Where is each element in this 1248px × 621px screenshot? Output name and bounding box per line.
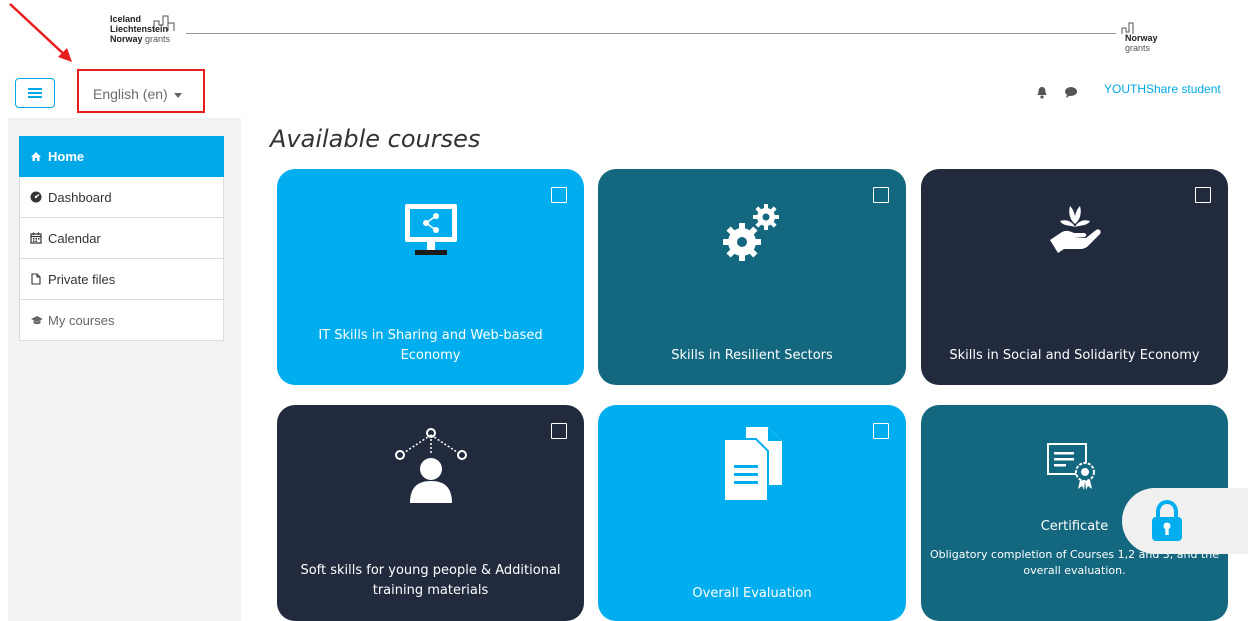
- sidebar-item-home[interactable]: Home: [19, 136, 224, 177]
- course-checkbox[interactable]: [551, 423, 567, 439]
- course-card-social-solidarity[interactable]: Skills in Social and Solidarity Economy: [921, 169, 1228, 385]
- hamburger-icon: [28, 88, 42, 98]
- sidebar-item-label: Dashboard: [48, 189, 112, 205]
- language-label: English (en): [93, 86, 168, 102]
- sidebar-item-label: Private files: [48, 271, 116, 287]
- monitor-share-icon: [404, 204, 457, 255]
- course-title: Overall Evaluation: [692, 586, 812, 601]
- sidebar-item-my-courses[interactable]: My courses: [19, 300, 224, 341]
- logo-divider: [186, 33, 1116, 34]
- bell-icon[interactable]: [1036, 86, 1048, 99]
- logo-mark-left-icon: [153, 15, 175, 31]
- sidebar-item-dashboard[interactable]: Dashboard: [19, 177, 224, 218]
- sidebar-item-private-files[interactable]: Private files: [19, 259, 224, 300]
- certificate-icon: [1046, 443, 1095, 490]
- caret-down-icon: [173, 92, 182, 98]
- accessibility-lock-button[interactable]: [1122, 488, 1248, 554]
- sidebar-nav: Home Dashboard Calendar Private files My…: [19, 136, 224, 341]
- page: Iceland Liechtenstein Norway grants Norw…: [0, 0, 1248, 621]
- course-title: Skills in Resilient Sectors: [671, 348, 833, 363]
- chat-icon[interactable]: [1064, 86, 1078, 98]
- gears-icon: [723, 204, 779, 261]
- course-checkbox[interactable]: [873, 187, 889, 203]
- file-icon: [30, 273, 42, 285]
- sidebar-item-label: Home: [48, 149, 85, 164]
- lock-icon: [1152, 500, 1182, 541]
- course-checkbox[interactable]: [873, 423, 889, 439]
- home-icon: [30, 151, 42, 163]
- course-card-it-skills[interactable]: IT Skills in Sharing and Web-based Econo…: [277, 169, 584, 385]
- course-card-overall-evaluation[interactable]: Overall Evaluation: [598, 405, 906, 621]
- sidebar-item-label: My courses: [48, 312, 115, 328]
- graduation-cap-icon: [30, 314, 42, 326]
- hand-plant-icon: [1049, 206, 1101, 253]
- documents-icon: [723, 427, 782, 502]
- logo-band: Iceland Liechtenstein Norway grants Norw…: [0, 0, 1248, 68]
- user-menu[interactable]: YOUTHShare student: [1104, 82, 1221, 96]
- calendar-icon: [30, 232, 42, 244]
- norway-grants-logo: Norway grants: [1125, 33, 1158, 53]
- course-title: Skills in Social and Solidarity Economy: [949, 348, 1200, 363]
- annotation-arrow-icon: [9, 3, 72, 62]
- course-title: IT Skills in Sharing and Web-based Econo…: [318, 328, 543, 363]
- sidebar-item-calendar[interactable]: Calendar: [19, 218, 224, 259]
- navbar: English (en) YOUTHShare student: [0, 68, 1248, 118]
- course-title: Soft skills for young people & Additiona…: [300, 563, 561, 598]
- menu-toggle-button[interactable]: [15, 78, 55, 108]
- person-network-icon: [394, 428, 467, 503]
- page-title: Available courses: [270, 125, 481, 153]
- dashboard-icon: [30, 191, 42, 203]
- sidebar: Home Dashboard Calendar Private files My…: [8, 118, 241, 621]
- course-card-resilient-sectors[interactable]: Skills in Resilient Sectors: [598, 169, 906, 385]
- course-card-soft-skills[interactable]: Soft skills for young people & Additiona…: [277, 405, 584, 621]
- language-selector[interactable]: English (en): [93, 86, 182, 102]
- sidebar-item-label: Calendar: [48, 230, 101, 246]
- course-checkbox[interactable]: [551, 187, 567, 203]
- course-checkbox[interactable]: [1195, 187, 1211, 203]
